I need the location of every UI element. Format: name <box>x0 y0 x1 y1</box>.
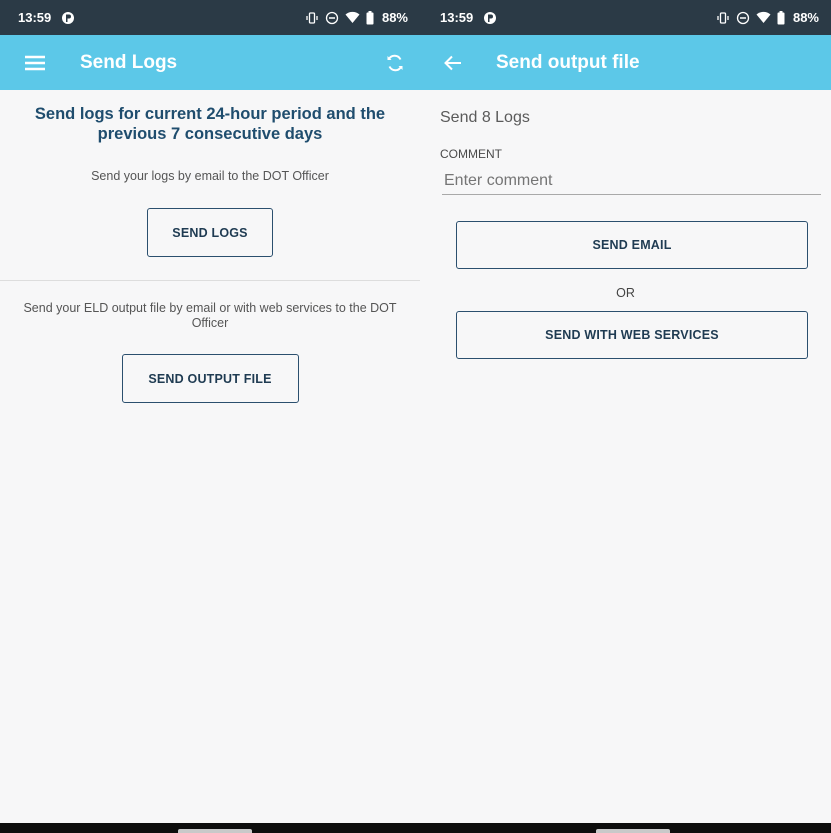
send-email-button[interactable]: SEND EMAIL <box>456 221 808 269</box>
sync-icon[interactable] <box>384 52 406 74</box>
system-nav-bar <box>420 823 831 833</box>
comment-field <box>442 169 821 195</box>
battery-percent: 88% <box>792 10 819 25</box>
page-title: Send output file <box>496 51 640 73</box>
send-output-file-screen: 13:59 88% Send output file Send 8 Logs C… <box>420 0 831 833</box>
status-bar: 13:59 88% <box>420 0 831 35</box>
send-logs-heading: Send logs for current 24-hour period and… <box>34 105 386 143</box>
send-with-web-services-button[interactable]: SEND WITH WEB SERVICES <box>456 311 808 359</box>
app-notification-icon <box>61 11 75 25</box>
home-handle[interactable] <box>178 829 252 833</box>
wifi-icon <box>345 11 360 24</box>
comment-label: COMMENT <box>440 147 502 161</box>
wifi-icon <box>756 11 771 24</box>
do-not-disturb-icon <box>325 11 339 25</box>
or-separator: OR <box>616 286 635 300</box>
send-logs-button[interactable]: SEND LOGS <box>147 208 273 257</box>
send-logs-count: Send 8 Logs <box>440 109 530 126</box>
vibrate-icon <box>716 11 730 25</box>
battery-icon <box>366 10 374 25</box>
app-bar: Send Logs <box>0 35 420 90</box>
back-arrow-icon[interactable] <box>442 52 464 74</box>
app-notification-icon <box>483 11 497 25</box>
status-time: 13:59 <box>18 10 52 25</box>
do-not-disturb-icon <box>736 11 750 25</box>
status-bar: 13:59 88% <box>0 0 420 35</box>
send-logs-hint: Send your logs by email to the DOT Offic… <box>91 169 329 183</box>
menu-icon[interactable] <box>24 52 46 74</box>
screenshot-stage: 13:59 88% Send Logs Send logs for curren… <box>0 0 831 833</box>
vibrate-icon <box>305 11 319 25</box>
battery-icon <box>777 10 785 25</box>
output-file-hint: Send your ELD output file by email or wi… <box>23 301 397 330</box>
app-bar: Send output file <box>420 35 831 90</box>
home-handle[interactable] <box>596 829 670 833</box>
status-time: 13:59 <box>440 10 474 25</box>
page-title: Send Logs <box>80 51 178 73</box>
section-divider <box>0 280 420 281</box>
send-output-file-button[interactable]: SEND OUTPUT FILE <box>121 354 299 403</box>
battery-percent: 88% <box>381 10 408 25</box>
comment-input[interactable] <box>442 169 821 193</box>
send-logs-screen: 13:59 88% Send Logs Send logs for curren… <box>0 0 420 833</box>
system-nav-bar <box>0 823 420 833</box>
